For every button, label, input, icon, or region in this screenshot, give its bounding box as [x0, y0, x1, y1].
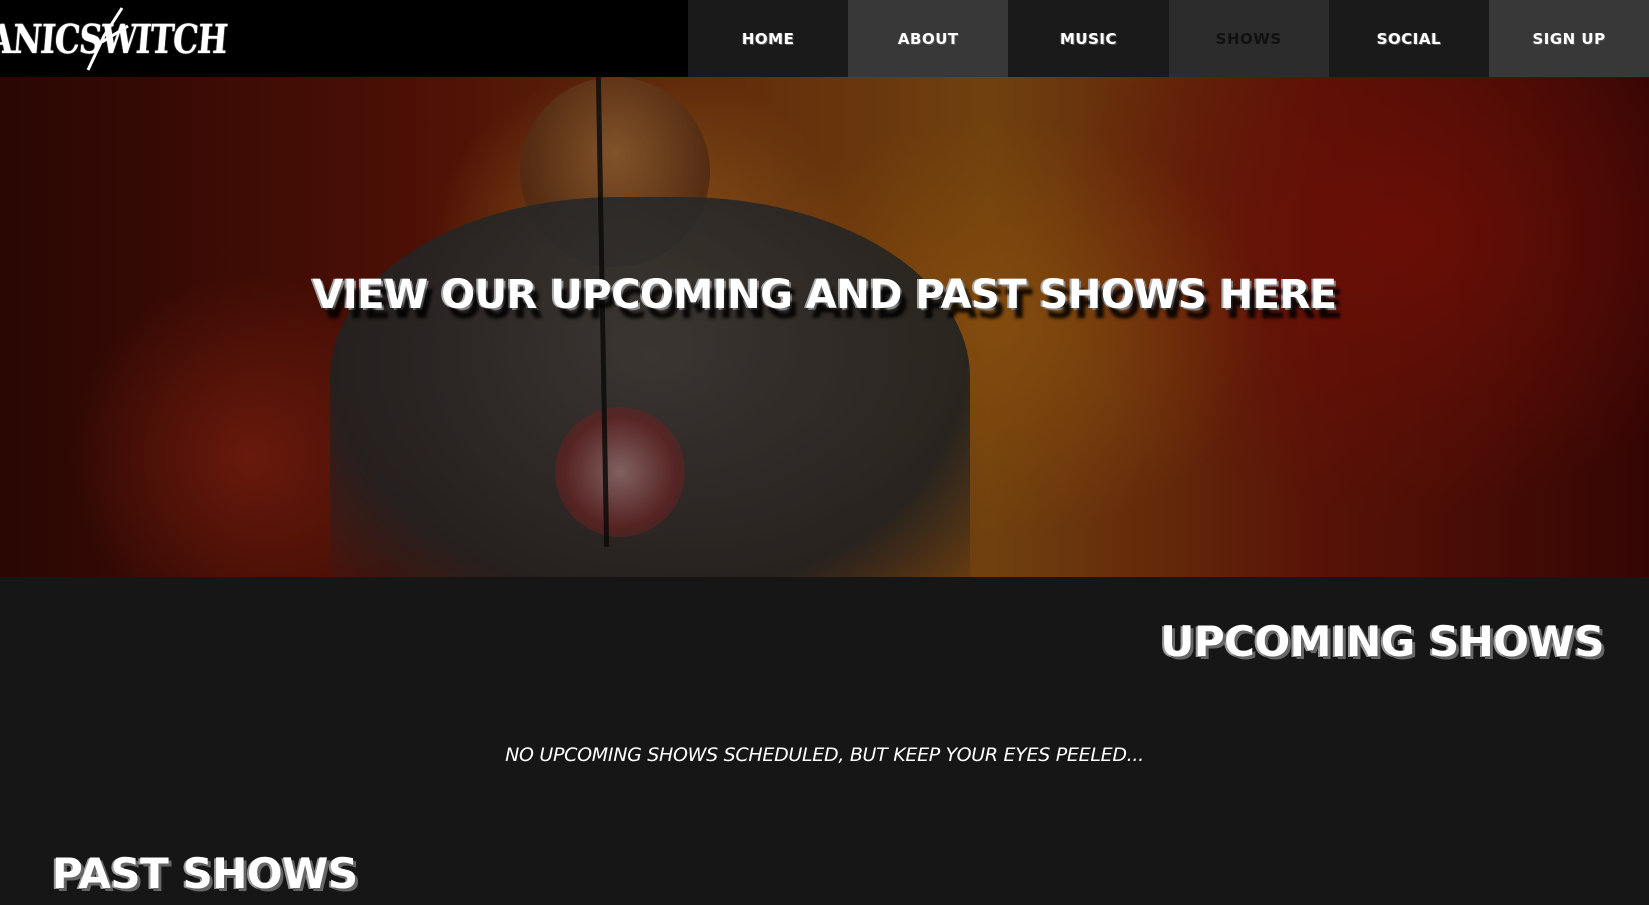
logo-text: PANICSWITCH	[0, 15, 229, 63]
main-nav: HOME ABOUT MUSIC SHOWS SOCIAL SIGN UP	[688, 0, 1649, 77]
top-navbar: PANICSWITCH HOME ABOUT MUSIC SHOWS SOCIA…	[0, 0, 1649, 77]
hero-overlay	[0, 77, 1649, 577]
nav-music[interactable]: MUSIC	[1008, 0, 1169, 77]
nav-home[interactable]: HOME	[688, 0, 849, 77]
band-logo[interactable]: PANICSWITCH	[0, 4, 228, 74]
hero-title: VIEW OUR UPCOMING AND PAST SHOWS HERE	[312, 272, 1337, 318]
nav-sign-up[interactable]: SIGN UP	[1488, 0, 1649, 77]
upcoming-shows-heading: UPCOMING SHOWS	[1160, 617, 1604, 666]
nav-shows[interactable]: SHOWS	[1168, 0, 1329, 77]
nav-about[interactable]: ABOUT	[848, 0, 1009, 77]
no-upcoming-shows-message: NO UPCOMING SHOWS SCHEDULED, BUT KEEP YO…	[505, 744, 1144, 766]
past-shows-heading: PAST SHOWS	[52, 849, 358, 898]
nav-social[interactable]: SOCIAL	[1328, 0, 1489, 77]
hero-banner: VIEW OUR UPCOMING AND PAST SHOWS HERE	[0, 77, 1649, 577]
